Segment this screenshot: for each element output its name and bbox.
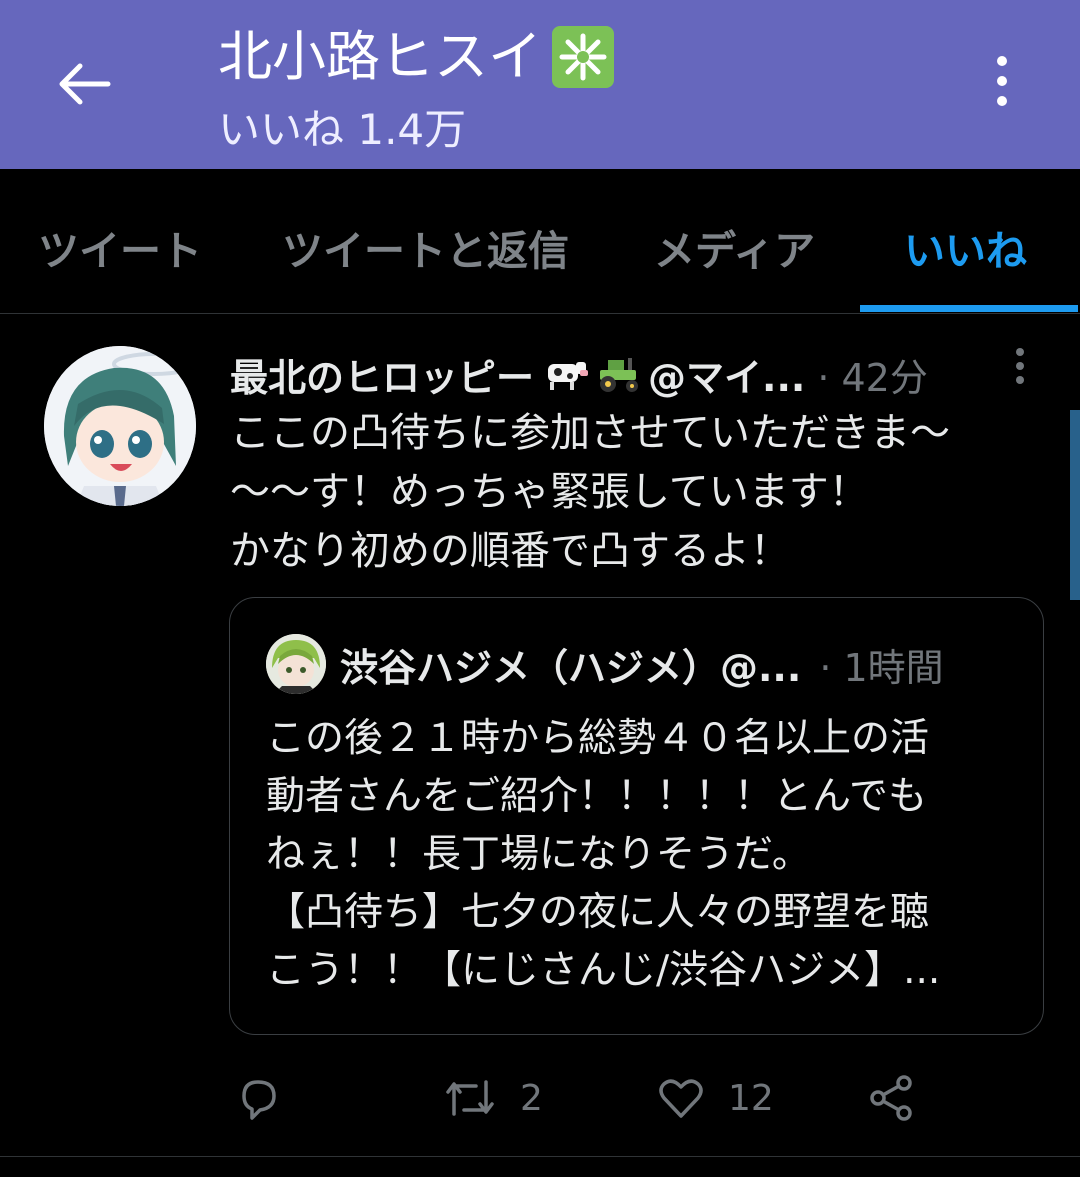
reply-icon	[242, 1080, 276, 1120]
quote-text-line: 動者さんをご紹介！！！！！とんでも	[266, 774, 928, 819]
quote-avatar	[266, 634, 326, 694]
author-name[interactable]: 最北のヒロッピー	[230, 347, 534, 402]
reply-button[interactable]	[234, 1070, 304, 1126]
tab-likes[interactable]: いいね	[904, 217, 1027, 277]
profile-name: 北小路ヒスイ	[218, 25, 542, 88]
share-button[interactable]	[866, 1070, 916, 1126]
quote-time: · 1時間	[819, 645, 944, 690]
tweet-text: ここの凸待ちに参加させていただきま〜 〜〜す！めっちゃ緊張しています！ かなり初…	[230, 404, 1030, 581]
sparkle-icon	[552, 26, 614, 88]
like-count: 12	[728, 1077, 774, 1119]
quote-text-line: 【凸待ち】七夕の夜に人々の野望を聴	[266, 890, 930, 935]
cow-icon	[540, 354, 589, 394]
quote-text-line: ねぇ！！長丁場になりそうだ。	[266, 832, 811, 877]
arrow-left-icon	[59, 63, 111, 105]
divider	[0, 1156, 1080, 1157]
heart-icon	[659, 1079, 703, 1118]
quote-header: 渋谷ハジメ（ハジメ）@... · 1時間	[340, 634, 944, 694]
share-icon	[870, 1075, 912, 1121]
profile-header: 北小路ヒスイ いいね 1.4万	[0, 0, 1080, 169]
tweet-actions: 2 12	[230, 1070, 1030, 1126]
retweet-count: 2	[520, 1077, 543, 1119]
quote-text: この後２１時から総勢４０名以上の活 動者さんをご紹介！！！！！とんでも ねぇ！！…	[266, 710, 1026, 1000]
tweet-text-line: かなり初めの順番で凸するよ！	[230, 528, 790, 574]
avatar[interactable]	[44, 346, 196, 506]
tab-tweets[interactable]: ツイート	[38, 217, 202, 277]
tweet-text-line: 〜〜す！めっちゃ緊張しています！	[230, 469, 869, 515]
quote-text-line: この後２１時から総勢４０名以上の活	[266, 716, 930, 761]
tab-tweets-and-replies[interactable]: ツイートと返信	[282, 217, 569, 277]
back-button[interactable]	[52, 52, 116, 116]
tweet-header: 最北のヒロッピー @マイ... · 42分	[230, 346, 928, 402]
tractor-icon	[594, 354, 642, 394]
tweet-menu-icon[interactable]	[1012, 348, 1028, 392]
scrollbar[interactable]	[1070, 410, 1080, 600]
author-handle: @マイ...	[648, 355, 806, 400]
active-tab-indicator	[860, 305, 1078, 312]
profile-tabs: ツイート ツイートと返信 メディア いいね	[0, 169, 1080, 314]
tweet-time[interactable]: · 42分	[817, 347, 928, 402]
quote-text-line: こう！！【にじさんじ/渋谷ハジメ】...	[266, 948, 941, 993]
retweet-icon	[446, 1080, 494, 1116]
like-button[interactable]: 12	[656, 1070, 774, 1126]
kebab-menu-icon[interactable]	[984, 56, 1020, 116]
retweet-button[interactable]: 2	[442, 1070, 543, 1126]
tweet-text-line: ここの凸待ちに参加させていただきま〜	[230, 410, 950, 456]
page-title: 北小路ヒスイ	[218, 22, 614, 92]
quote-author-name: 渋谷ハジメ（ハジメ）@...	[340, 645, 802, 690]
quoted-tweet[interactable]: 渋谷ハジメ（ハジメ）@... · 1時間 この後２１時から総勢４０名以上の活 動…	[229, 597, 1044, 1035]
likes-count-subtitle: いいね 1.4万	[218, 105, 467, 154]
tab-media[interactable]: メディア	[654, 217, 815, 277]
